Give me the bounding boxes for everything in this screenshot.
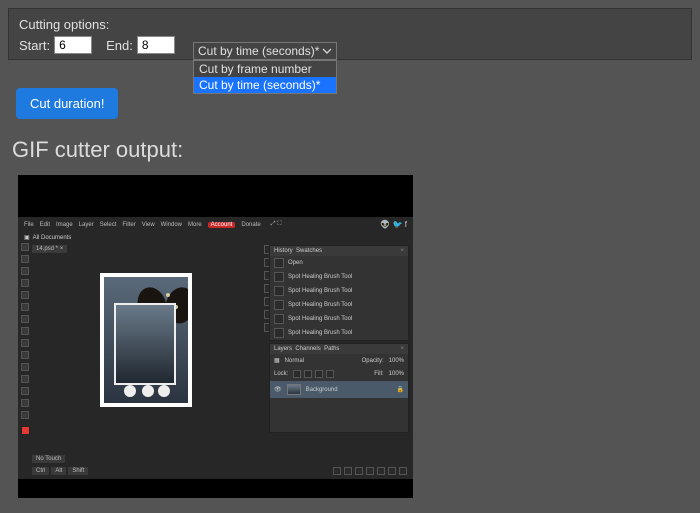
menu-filter[interactable]: Filter: [122, 222, 135, 228]
footer-bar: Ctrl Alt Shift: [32, 467, 88, 475]
tool-icon[interactable]: [21, 351, 29, 359]
gif-output: File Edit Image Layer Select Filter View…: [18, 175, 413, 498]
menu-donate[interactable]: Donate: [241, 222, 260, 228]
cutting-title: Cutting options:: [19, 17, 681, 32]
cutting-panel: Cutting options: Start: End: Cut by time…: [8, 8, 692, 60]
cut-duration-button[interactable]: Cut duration!: [16, 88, 118, 119]
tool-icon[interactable]: [21, 411, 29, 419]
tool-icon[interactable]: [21, 243, 29, 251]
tool-icon[interactable]: [21, 267, 29, 275]
butterfly-image: [138, 283, 188, 333]
status-right: [333, 467, 407, 475]
documents-bar: ▣All Documents: [18, 232, 413, 243]
menu-select[interactable]: Select: [100, 222, 117, 228]
output-heading: GIF cutter output:: [12, 137, 700, 163]
tool-icon[interactable]: [21, 339, 29, 347]
layer-row[interactable]: 👁Background🔒: [270, 381, 408, 398]
cut-mode-value: Cut by time (seconds)*: [198, 44, 319, 58]
menu-image[interactable]: Image: [56, 222, 73, 228]
start-label: Start:: [19, 38, 50, 53]
tool-icon[interactable]: [21, 387, 29, 395]
social-icons: 👽 🐦 f: [380, 220, 407, 229]
tool-icon[interactable]: [21, 315, 29, 323]
menu-account[interactable]: Account: [208, 222, 236, 228]
cut-mode-select[interactable]: Cut by time (seconds)*: [193, 42, 337, 60]
color-swatch[interactable]: [21, 426, 30, 435]
end-input[interactable]: [137, 36, 175, 54]
menu-layer[interactable]: Layer: [79, 222, 94, 228]
canvas: [100, 273, 192, 407]
menu-window[interactable]: Window: [161, 222, 182, 228]
tool-icon[interactable]: [21, 399, 29, 407]
start-input[interactable]: [54, 36, 92, 54]
cut-mode-option-time[interactable]: Cut by time (seconds)*: [194, 77, 336, 93]
history-panel: History Swatches× Open Spot Healing Brus…: [269, 245, 409, 341]
tool-column: [20, 243, 30, 435]
tool-icon[interactable]: [21, 279, 29, 287]
tool-icon[interactable]: [21, 303, 29, 311]
end-label: End:: [106, 38, 133, 53]
menu-file[interactable]: File: [24, 222, 34, 228]
tool-icon[interactable]: [21, 255, 29, 263]
menu-edit[interactable]: Edit: [40, 222, 50, 228]
tool-icon[interactable]: [21, 327, 29, 335]
cut-mode-dropdown: Cut by frame number Cut by time (seconds…: [193, 60, 337, 94]
editor-frame: File Edit Image Layer Select Filter View…: [18, 217, 413, 479]
layers-panel: Layers Channels Paths× ▦NormalOpacity:10…: [269, 343, 409, 433]
tool-icon[interactable]: [21, 375, 29, 383]
chevron-down-icon: [322, 46, 332, 56]
tool-icon[interactable]: [21, 291, 29, 299]
menu-bar: File Edit Image Layer Select Filter View…: [18, 217, 413, 232]
tool-icon[interactable]: [21, 363, 29, 371]
doc-tab[interactable]: 14.psd * ×: [32, 245, 67, 253]
menu-view[interactable]: View: [142, 222, 155, 228]
menu-more[interactable]: More: [188, 222, 202, 228]
cut-mode-option-frame[interactable]: Cut by frame number: [194, 61, 336, 77]
